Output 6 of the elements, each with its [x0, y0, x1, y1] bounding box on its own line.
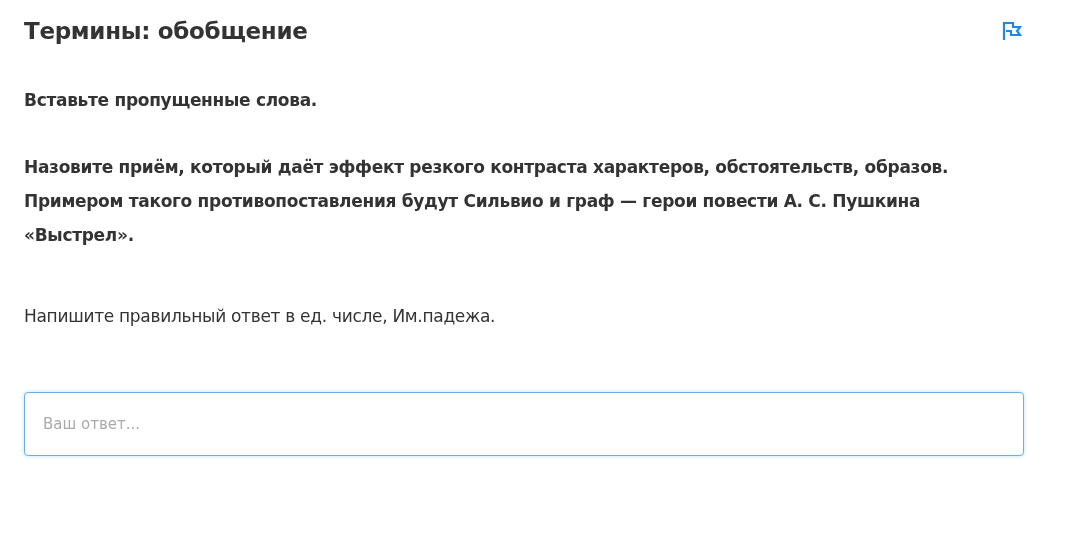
- question-text: Назовите приём, который даёт эффект резкого контраста характеров, обстоятельств, образов. Примером такого противопоставления будут Сильвио и граф — герои повести А. С. Пушкина «Выстрел».: [24, 156, 950, 247]
- flag-icon[interactable]: [1001, 20, 1023, 42]
- answer-field[interactable]: Ваш ответ...: [24, 392, 1024, 456]
- instruction-text: Вставьте пропущенные слова.: [24, 90, 319, 110]
- page-title: Термины: обобщение: [24, 18, 308, 44]
- hint-text: Напишите правильный ответ в ед. числе, Им.падежа.: [24, 306, 497, 326]
